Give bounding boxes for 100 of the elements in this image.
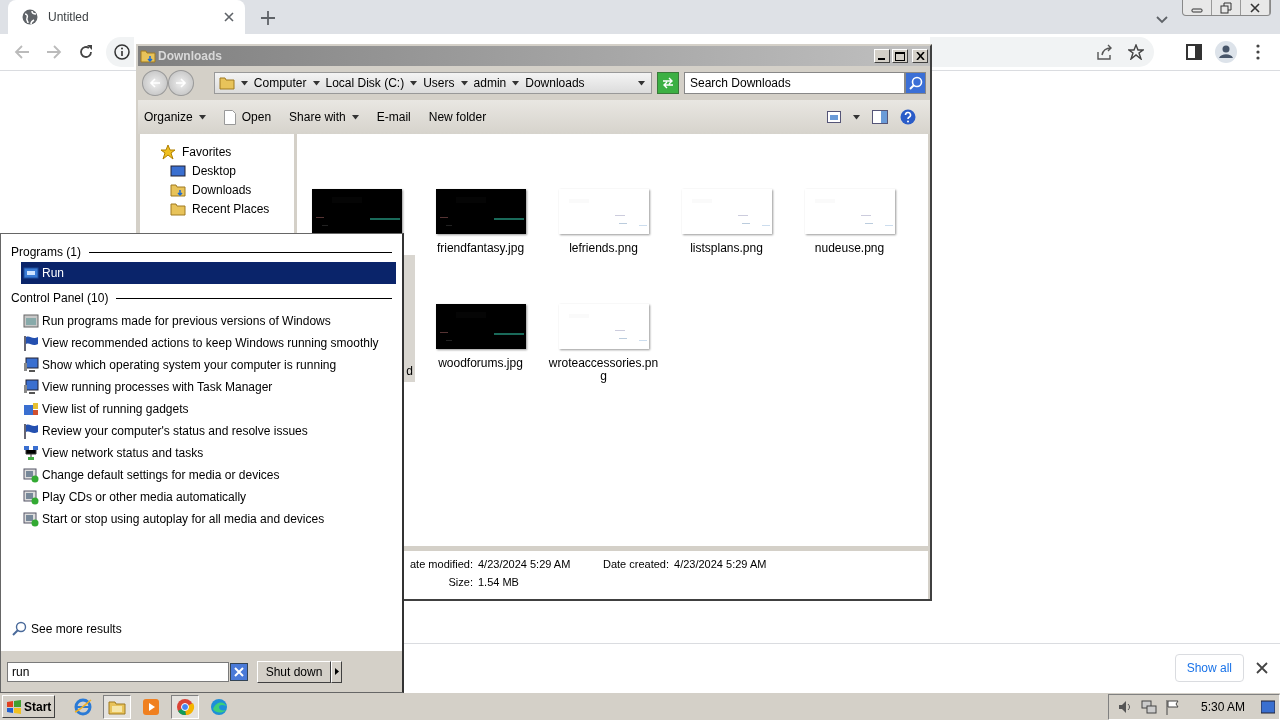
reload-icon [78,44,94,60]
gadget-icon [23,401,39,417]
address-bar[interactable] [106,37,134,67]
help-icon[interactable] [900,109,916,125]
toolbar-button[interactable]: Open [223,109,272,125]
desktop-icon [170,163,186,179]
shut-down-button[interactable]: Shut down [257,660,331,683]
close-icon [1249,1,1261,14]
search-result[interactable]: Change default settings for media or devices [11,464,396,486]
share-icon[interactable] [1096,44,1114,60]
star-icon [160,144,176,160]
detail-value: 1.54 MB [478,576,520,590]
search-result[interactable]: View list of running gadgets [11,398,396,420]
shut-down-options-button[interactable] [331,660,342,683]
file-item[interactable]: lefriends.png [546,189,661,255]
file-item[interactable]: wroteaccessories.png [546,304,661,383]
nav-item[interactable]: Recent Places [160,201,294,217]
search-button[interactable] [905,72,926,94]
close-icon [915,52,925,60]
breadcrumb-item[interactable]: admin [473,76,507,90]
search-result[interactable]: Show which operating system your computer is running [11,354,396,376]
folder-icon [218,75,235,91]
group-heading: Programs (1) [11,245,81,259]
toolbar-button[interactable]: New folder [428,110,487,124]
tab-search-button[interactable] [1156,16,1168,24]
start-button[interactable]: Start [2,695,55,718]
monitor-icon [23,379,39,395]
detail-label: ate modified: [410,558,473,572]
side-panel-icon [1186,44,1202,60]
swirl-icon [209,696,229,717]
maximize-button[interactable] [892,49,908,63]
search-result[interactable]: View running processes with Task Manager [11,376,396,398]
address-field[interactable]: Computer Local Disk (C:) Users admin Downloads [213,72,653,94]
caret-icon [351,114,359,120]
view-icon[interactable] [827,111,841,123]
network-icon[interactable] [1140,698,1157,715]
search-result[interactable]: Run programs made for previous versions of Windows [11,310,396,332]
detail-value: 4/23/2024 5:29 AM [478,558,572,572]
play-icon [141,696,161,717]
file-item[interactable]: woodforums.jpg [423,304,538,370]
app-window-icon [23,266,39,280]
close-icon[interactable] [1256,662,1268,674]
nav-item[interactable]: Desktop [160,163,294,179]
back-arrow-icon [14,44,30,60]
show-all-button[interactable]: Show all [1174,654,1244,682]
clock: 5:30 AM [1200,699,1245,714]
search-result[interactable]: Run [21,262,396,284]
windows-logo-icon [6,699,22,714]
ring-icon [175,696,195,717]
show-desktop-icon[interactable] [1261,699,1275,714]
search-result[interactable]: Play CDs or other media automatically [11,486,396,508]
folder-icon [170,182,186,198]
search-result[interactable]: Start or stop using autoplay for all media and devices [11,508,396,530]
file-item[interactable]: friendfantasy.jpg [423,189,538,255]
separator-icon [410,80,418,86]
taskbar-app-button[interactable] [103,694,131,719]
clear-button[interactable] [230,662,248,681]
taskbar-app-button[interactable] [171,694,199,719]
preview-pane-icon[interactable] [872,110,888,124]
globe-icon [22,9,38,25]
media-icon [23,467,39,483]
breadcrumb-item[interactable]: Users [423,76,455,90]
refresh-button[interactable] [657,72,679,94]
breadcrumb-item[interactable]: Computer [253,76,307,90]
file-item[interactable]: listsplans.png [669,189,784,255]
forward-arrow-icon [46,44,62,60]
toolbar-button[interactable]: E-mail [376,110,411,124]
network-icon [23,445,39,461]
star-icon[interactable] [1128,44,1144,60]
toolbar-button[interactable]: Share with [289,110,359,124]
nav-item[interactable]: Downloads [160,182,294,198]
new-tab-button[interactable] [261,11,275,25]
detail-label: Size: [447,576,473,590]
info-icon [114,44,130,60]
flag-icon[interactable] [1164,698,1181,715]
back-arrow-icon [148,77,161,89]
monitor-icon [23,357,39,373]
folder-icon [170,201,186,217]
refresh-icon [661,77,675,89]
maximize-icon [895,51,905,61]
back-button[interactable] [142,70,168,96]
file-item[interactable]: nudeuse.png [792,189,907,255]
browser-tab[interactable]: Untitled [8,0,245,34]
breadcrumb-item[interactable]: Downloads [525,76,585,90]
profile-button[interactable] [1214,40,1238,64]
search-field[interactable]: run [7,661,229,682]
see-more-link[interactable]: See more results [11,621,398,637]
nav-item[interactable]: Favorites [160,144,294,160]
search-result[interactable]: View network status and tasks [11,442,396,464]
folder-icon [140,48,156,64]
search-field[interactable]: Search Downloads [683,72,906,94]
media-icon [23,489,39,505]
forward-button[interactable] [167,70,194,96]
search-result[interactable]: Review your computer's status and resolve issues [11,420,396,442]
toolbar-button[interactable]: Organize [144,110,206,124]
search-result[interactable]: View recommended actions to keep Windows running smoothly [11,332,396,354]
caret-icon [198,114,206,120]
breadcrumb-item[interactable]: Local Disk (C:) [325,76,405,90]
group-heading: Control Panel (10) [11,291,109,305]
file-item[interactable]: d [404,255,415,382]
